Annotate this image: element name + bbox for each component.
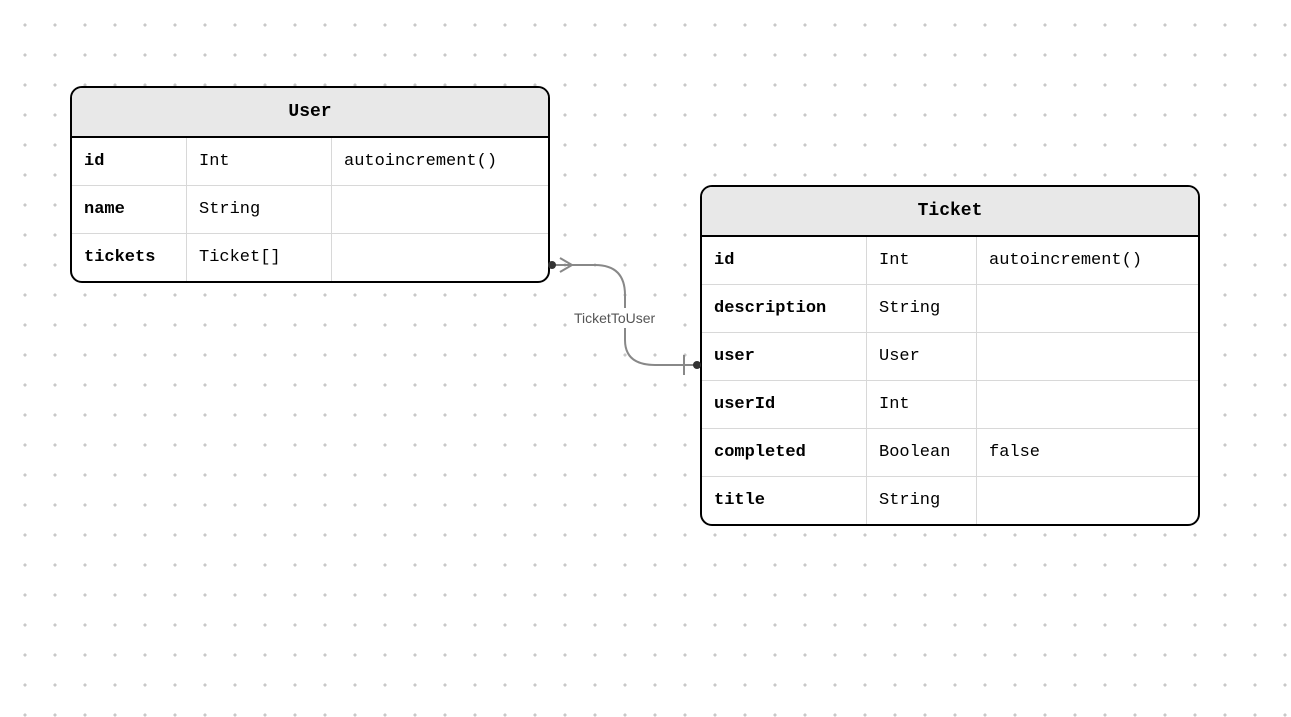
- table-row: completed Boolean false: [702, 429, 1198, 477]
- field-attr: false: [977, 429, 1198, 476]
- field-attr: [977, 477, 1198, 524]
- table-row: id Int autoincrement(): [72, 138, 548, 186]
- field-type: Int: [867, 237, 977, 284]
- field-type: User: [867, 333, 977, 380]
- field-name: title: [702, 477, 867, 524]
- field-type: Boolean: [867, 429, 977, 476]
- table-row: userId Int: [702, 381, 1198, 429]
- field-attr: autoincrement(): [332, 138, 548, 185]
- field-type: String: [187, 186, 332, 233]
- field-type: Int: [187, 138, 332, 185]
- field-attr: [977, 381, 1198, 428]
- field-name: user: [702, 333, 867, 380]
- table-row: tickets Ticket[]: [72, 234, 548, 281]
- field-attr: [332, 186, 548, 233]
- field-attr: [332, 234, 548, 281]
- field-name: id: [702, 237, 867, 284]
- entity-header-user: User: [72, 88, 548, 138]
- field-attr: [977, 285, 1198, 332]
- field-attr: autoincrement(): [977, 237, 1198, 284]
- table-row: title String: [702, 477, 1198, 524]
- field-name: completed: [702, 429, 867, 476]
- field-name: name: [72, 186, 187, 233]
- field-name: tickets: [72, 234, 187, 281]
- entity-table-ticket[interactable]: Ticket id Int autoincrement() descriptio…: [700, 185, 1200, 526]
- table-row: name String: [72, 186, 548, 234]
- field-attr: [977, 333, 1198, 380]
- field-type: Int: [867, 381, 977, 428]
- field-type: String: [867, 285, 977, 332]
- entity-header-ticket: Ticket: [702, 187, 1198, 237]
- relation-label: TicketToUser: [570, 308, 659, 328]
- entity-table-user[interactable]: User id Int autoincrement() name String …: [70, 86, 550, 283]
- field-type: Ticket[]: [187, 234, 332, 281]
- field-type: String: [867, 477, 977, 524]
- field-name: userId: [702, 381, 867, 428]
- table-row: description String: [702, 285, 1198, 333]
- field-name: id: [72, 138, 187, 185]
- table-row: id Int autoincrement(): [702, 237, 1198, 285]
- field-name: description: [702, 285, 867, 332]
- table-row: user User: [702, 333, 1198, 381]
